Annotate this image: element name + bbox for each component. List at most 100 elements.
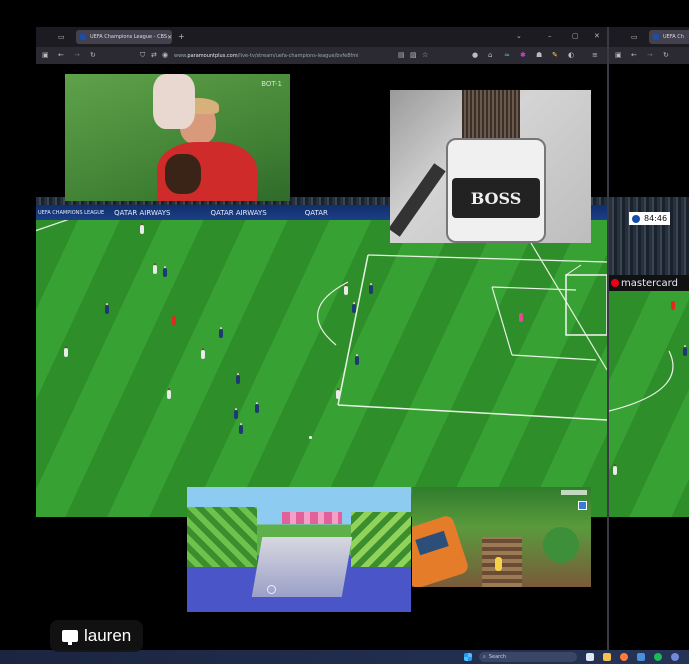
tab-bar: ▭ UEFA Champions League - CBS ✕ + ⌄ – ▢ …: [36, 27, 607, 47]
crowd-right: [609, 197, 689, 277]
spotify-icon[interactable]: [654, 653, 662, 661]
adboard-text-4: QATAR: [304, 208, 328, 217]
extension-icon-4[interactable]: ☗: [536, 52, 542, 59]
new-tab-button[interactable]: +: [178, 33, 185, 41]
nav-bar-right: ▣ ← → ↻: [609, 47, 689, 64]
extension-icon-2[interactable]: ≈: [504, 52, 510, 59]
tab-title-right: UEFA Ch: [663, 34, 684, 40]
windows-taskbar: ⌕ Search: [0, 650, 689, 664]
tab-active[interactable]: UEFA Champions League - CBS ✕: [76, 30, 172, 44]
player: [64, 348, 68, 357]
player: [234, 410, 238, 419]
player: [167, 390, 171, 399]
goalkeeper: [519, 313, 523, 322]
player: [336, 390, 340, 399]
tab-favicon-icon: [80, 34, 86, 40]
permissions-icon[interactable]: ⇄: [151, 52, 157, 59]
player: [369, 285, 373, 294]
closeup-video-overlay[interactable]: BOT-1: [65, 74, 290, 201]
paint-stick: [390, 163, 446, 237]
player: [219, 329, 223, 338]
block-terrain-left: [187, 507, 257, 567]
runner-character: [495, 557, 502, 571]
start-button[interactable]: [464, 653, 472, 661]
bookmark-star-icon[interactable]: ☆: [422, 52, 428, 59]
match-clock: 84:46: [629, 212, 671, 225]
tab-overview-icon-right[interactable]: ▭: [631, 34, 638, 41]
sidebar-icon[interactable]: ▣: [42, 52, 49, 59]
player: [140, 225, 144, 234]
tab-active-right[interactable]: UEFA Ch: [649, 30, 689, 44]
reload-icon-right[interactable]: ↻: [663, 52, 669, 59]
adboard-text-2: QATAR AIRWAYS: [114, 208, 171, 217]
channel-bug: BOT-1: [261, 80, 282, 88]
player: [201, 350, 205, 359]
extension-icon-3[interactable]: ✱: [520, 52, 526, 59]
browser-window-right: ▭ UEFA Ch ▣ ← → ↻: [609, 27, 689, 64]
pitch-lines: [36, 220, 607, 421]
back-icon[interactable]: ←: [58, 52, 64, 59]
can-label: BOSS: [452, 178, 540, 218]
pitch-lines-right: [609, 350, 674, 412]
adboard-right-text: mastercard: [621, 277, 678, 289]
pip-icon[interactable]: ▨: [410, 52, 417, 59]
foreground-player: [165, 154, 201, 194]
player: [352, 304, 356, 313]
ball: [309, 436, 312, 439]
jungle-tree: [543, 527, 579, 563]
rail-tracks: [482, 537, 522, 587]
adboard-text-1: UEFA CHAMPIONS LEAGUE: [38, 209, 105, 216]
url-path: /live-tv/stream/uefa-champions-league/bv…: [237, 53, 359, 59]
reload-icon[interactable]: ↻: [90, 52, 96, 59]
list-tabs-icon[interactable]: ⌄: [516, 33, 522, 40]
taskbar-search[interactable]: ⌕ Search: [479, 652, 577, 662]
extension-icon-1[interactable]: ●: [472, 52, 478, 59]
firefox-icon[interactable]: [620, 653, 628, 661]
player: [255, 404, 259, 413]
url-domain: paramountplus.com: [187, 53, 238, 59]
pause-button[interactable]: [578, 501, 587, 510]
url-prefix: www.: [174, 53, 188, 59]
player: [172, 316, 176, 325]
extension-icon-5[interactable]: ✎: [552, 52, 558, 59]
search-placeholder: Search: [488, 654, 506, 660]
sidebar-icon-right[interactable]: ▣: [615, 52, 622, 59]
browser-window-main: ▭ UEFA Champions League - CBS ✕ + ⌄ – ▢ …: [36, 27, 607, 64]
discord-icon[interactable]: [671, 653, 679, 661]
monitor-icon: [62, 630, 78, 645]
file-explorer-icon[interactable]: [603, 653, 611, 661]
user-name-badge: lauren: [50, 620, 144, 652]
can-label-text: BOSS: [470, 188, 522, 208]
paint-can-video-overlay[interactable]: BOSS: [390, 90, 591, 243]
tab-overview-icon[interactable]: ▭: [58, 34, 65, 41]
player: [613, 466, 617, 475]
secondary-match-video[interactable]: 84:46 mastercard: [609, 197, 689, 517]
task-view-icon[interactable]: [586, 653, 594, 661]
lock-icon[interactable]: ◉: [162, 52, 168, 59]
app-icon-check[interactable]: [637, 653, 645, 661]
home-icon[interactable]: ⌂: [488, 52, 492, 59]
clock-text: 84:46: [644, 214, 668, 223]
shield-icon[interactable]: ⛉: [140, 52, 145, 59]
main-match-video[interactable]: UEFA CHAMPIONS LEAGUE QATAR AIRWAYS QATA…: [36, 197, 607, 517]
url-field[interactable]: www.paramountplus.com/live-tv/stream/uef…: [174, 53, 386, 59]
crosshair-icon: [267, 585, 276, 594]
close-button[interactable]: ✕: [594, 33, 600, 40]
tab-favicon-icon-right: [653, 34, 659, 40]
menu-icon[interactable]: ≡: [592, 52, 598, 59]
maximize-button[interactable]: ▢: [572, 33, 579, 40]
minimize-button[interactable]: –: [548, 33, 552, 40]
back-icon-right[interactable]: ←: [631, 52, 637, 59]
extension-icon-6[interactable]: ◐: [568, 52, 574, 59]
pink-blocks: [282, 512, 342, 524]
background-player: [153, 74, 195, 129]
subway-surfers-video-overlay[interactable]: [412, 487, 591, 587]
reader-view-icon[interactable]: ▤: [398, 52, 405, 59]
player: [105, 305, 109, 314]
tab-close-icon[interactable]: ✕: [167, 34, 172, 41]
player: [239, 425, 243, 434]
player: [236, 375, 240, 384]
minecraft-video-overlay[interactable]: [187, 487, 411, 612]
forward-icon-right[interactable]: →: [647, 52, 653, 59]
forward-icon[interactable]: →: [74, 52, 80, 59]
